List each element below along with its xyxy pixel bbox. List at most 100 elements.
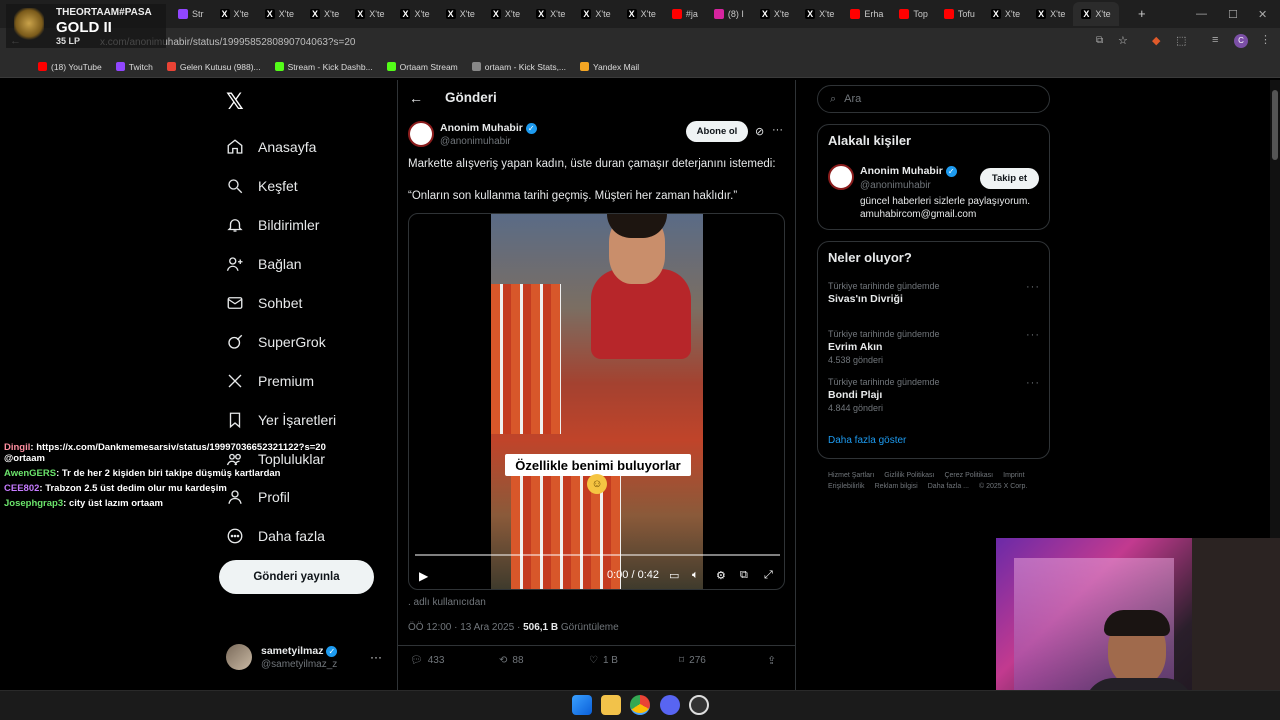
trend-more-icon[interactable]: ···: [1026, 329, 1040, 341]
back-arrow-icon[interactable]: ←: [409, 90, 423, 106]
extension-icon[interactable]: ◆: [1152, 34, 1160, 47]
person-name-link[interactable]: Anonim Muhabir ✓: [860, 165, 957, 177]
bookmark-item[interactable]: Yandex Mail: [580, 62, 639, 72]
address-bar[interactable]: x.com/anonimuhabir/status/19995852808907…: [100, 33, 1100, 51]
account-avatar[interactable]: [226, 644, 252, 670]
nav-item-premium[interactable]: Premium: [226, 361, 336, 400]
scrollbar-thumb[interactable]: [1272, 90, 1278, 160]
windows-start-icon[interactable]: [572, 695, 592, 715]
browser-tab[interactable]: Str: [170, 2, 212, 26]
browser-tab[interactable]: X X'te: [752, 2, 797, 26]
search-input[interactable]: Ara: [844, 93, 861, 105]
profile-avatar[interactable]: C: [1234, 34, 1248, 48]
trend-item[interactable]: Türkiye tarihinde gündemde Evrim Akın 4.53…: [828, 329, 1040, 377]
bookmark-item[interactable]: Twitch: [115, 62, 153, 72]
bookmark-item[interactable]: Stream - Kick Dashb...: [274, 62, 373, 72]
file-explorer-icon[interactable]: [601, 695, 621, 715]
star-icon[interactable]: ☆: [1118, 34, 1128, 47]
browser-tab[interactable]: X X'te: [1073, 2, 1119, 26]
chat-username: CEE802: [4, 483, 40, 494]
puzzle-icon[interactable]: ⬚: [1176, 34, 1186, 47]
footer-link[interactable]: Çerez Politikası: [944, 472, 993, 479]
nav-item-sohbet[interactable]: Sohbet: [226, 284, 336, 323]
x-logo-icon[interactable]: 𝕏: [226, 89, 244, 115]
new-tab-button[interactable]: +: [1138, 6, 1146, 21]
discord-icon[interactable]: [660, 695, 680, 715]
browser-tab[interactable]: X X'te: [438, 2, 483, 26]
obs-icon[interactable]: [689, 695, 709, 715]
nav-item-bildirimler[interactable]: Bildirimler: [226, 206, 336, 245]
search-box[interactable]: ⌕ Ara: [817, 85, 1050, 113]
bookmark-item[interactable]: Gelen Kutusu (988)...: [166, 62, 261, 72]
nav-item-daha-fazla[interactable]: Daha fazla: [226, 517, 336, 556]
pip-icon[interactable]: ⧉: [740, 569, 748, 582]
browser-tab[interactable]: #ja: [664, 2, 706, 26]
media-icon[interactable]: ≡: [1212, 34, 1218, 46]
footer-link[interactable]: Imprint: [1003, 472, 1024, 479]
browser-tab[interactable]: X X'te: [212, 2, 257, 26]
play-icon[interactable]: ▶: [419, 569, 428, 583]
show-more-link[interactable]: Daha fazla göster: [828, 435, 906, 446]
footer-link[interactable]: Reklam bilgisi: [875, 483, 918, 490]
browser-tab[interactable]: X X'te: [573, 2, 618, 26]
chrome-icon[interactable]: [630, 695, 650, 715]
settings-icon[interactable]: ⚙: [716, 569, 726, 582]
video-progress-bar[interactable]: [415, 554, 780, 556]
grok-icon[interactable]: ⊘: [755, 125, 764, 138]
nav-item-yer-i-şaretleri[interactable]: Yer İşaretleri: [226, 400, 336, 439]
menu-icon[interactable]: ⋮: [1260, 33, 1271, 46]
share-icon[interactable]: ⇪: [767, 654, 776, 667]
trend-more-icon[interactable]: ···: [1026, 377, 1040, 389]
account-more-icon[interactable]: ···: [370, 650, 382, 664]
fullscreen-icon[interactable]: ⤢: [764, 569, 773, 582]
browser-tab[interactable]: X X'te: [1028, 2, 1073, 26]
follow-button[interactable]: Takip et: [980, 168, 1039, 189]
author-avatar[interactable]: [408, 121, 434, 147]
browser-tab[interactable]: Erha: [842, 2, 891, 26]
nav-item-anasayfa[interactable]: Anasayfa: [226, 128, 336, 167]
bookmark-item[interactable]: ortaam - Kick Stats,...: [471, 62, 566, 72]
bookmark-item[interactable]: Ortaam Stream: [386, 62, 458, 72]
browser-tab[interactable]: Tofu: [936, 2, 983, 26]
close-window-icon[interactable]: ✕: [1258, 8, 1267, 21]
reply-button[interactable]: 💬︎ 433: [410, 655, 444, 666]
browser-tab[interactable]: X X'te: [528, 2, 573, 26]
footer-link[interactable]: Hizmet Şartları: [828, 472, 874, 479]
browser-tab[interactable]: X X'te: [483, 2, 528, 26]
minimize-icon[interactable]: —: [1196, 8, 1207, 20]
volume-icon[interactable]: 🔈︎: [692, 569, 699, 582]
maximize-icon[interactable]: ☐: [1228, 8, 1238, 21]
browser-tab[interactable]: X X'te: [619, 2, 664, 26]
footer-link[interactable]: Gizlilik Politikası: [884, 472, 934, 479]
browser-tab[interactable]: X X'te: [257, 2, 302, 26]
bookmark-button[interactable]: ⌑ 276: [679, 655, 706, 666]
install-icon[interactable]: ⧉: [1096, 35, 1103, 46]
browser-tab[interactable]: (8) I: [706, 2, 752, 26]
browser-tab[interactable]: X X'te: [302, 2, 347, 26]
nav-item-supergrok[interactable]: SuperGrok: [226, 322, 336, 361]
video-player[interactable]: Özellikle benimi buluyorlar ☺ ▶ 0:00 / 0…: [408, 213, 785, 590]
trend-item[interactable]: Türkiye tarihinde gündemde Sivas'ın Divri…: [828, 281, 1040, 329]
browser-tab[interactable]: X X'te: [347, 2, 392, 26]
trend-more-icon[interactable]: ···: [1026, 281, 1040, 293]
bookmark-item[interactable]: (18) YouTube: [38, 62, 102, 72]
nav-item-bağlan[interactable]: Bağlan: [226, 245, 336, 284]
subscribe-button[interactable]: Abone ol: [686, 121, 748, 142]
browser-tab[interactable]: Top: [891, 2, 936, 26]
bookmark-icon: [229, 412, 241, 428]
account-menu[interactable]: sametyilmaz ✓: [261, 645, 338, 657]
browser-tab[interactable]: X X'te: [797, 2, 842, 26]
trend-item[interactable]: Türkiye tarihinde gündemde Bondi Plajı 4.8…: [828, 377, 1040, 425]
nav-item-keşfet[interactable]: Keşfet: [226, 167, 336, 206]
author-name-link[interactable]: Anonim Muhabir ✓: [440, 122, 537, 134]
browser-tab[interactable]: X X'te: [392, 2, 437, 26]
post-button[interactable]: Gönderi yayınla: [219, 560, 374, 594]
person-avatar[interactable]: [828, 164, 854, 190]
captions-icon[interactable]: ▭: [669, 569, 679, 582]
repost-button[interactable]: ⟲ 88: [499, 655, 524, 666]
browser-tab[interactable]: X X'te: [983, 2, 1028, 26]
footer-link[interactable]: Daha fazla ...: [928, 483, 969, 490]
like-button[interactable]: ♡ 1 B: [589, 655, 618, 666]
post-more-icon[interactable]: ···: [772, 124, 783, 136]
footer-link[interactable]: Erişilebilirlik: [828, 483, 865, 490]
